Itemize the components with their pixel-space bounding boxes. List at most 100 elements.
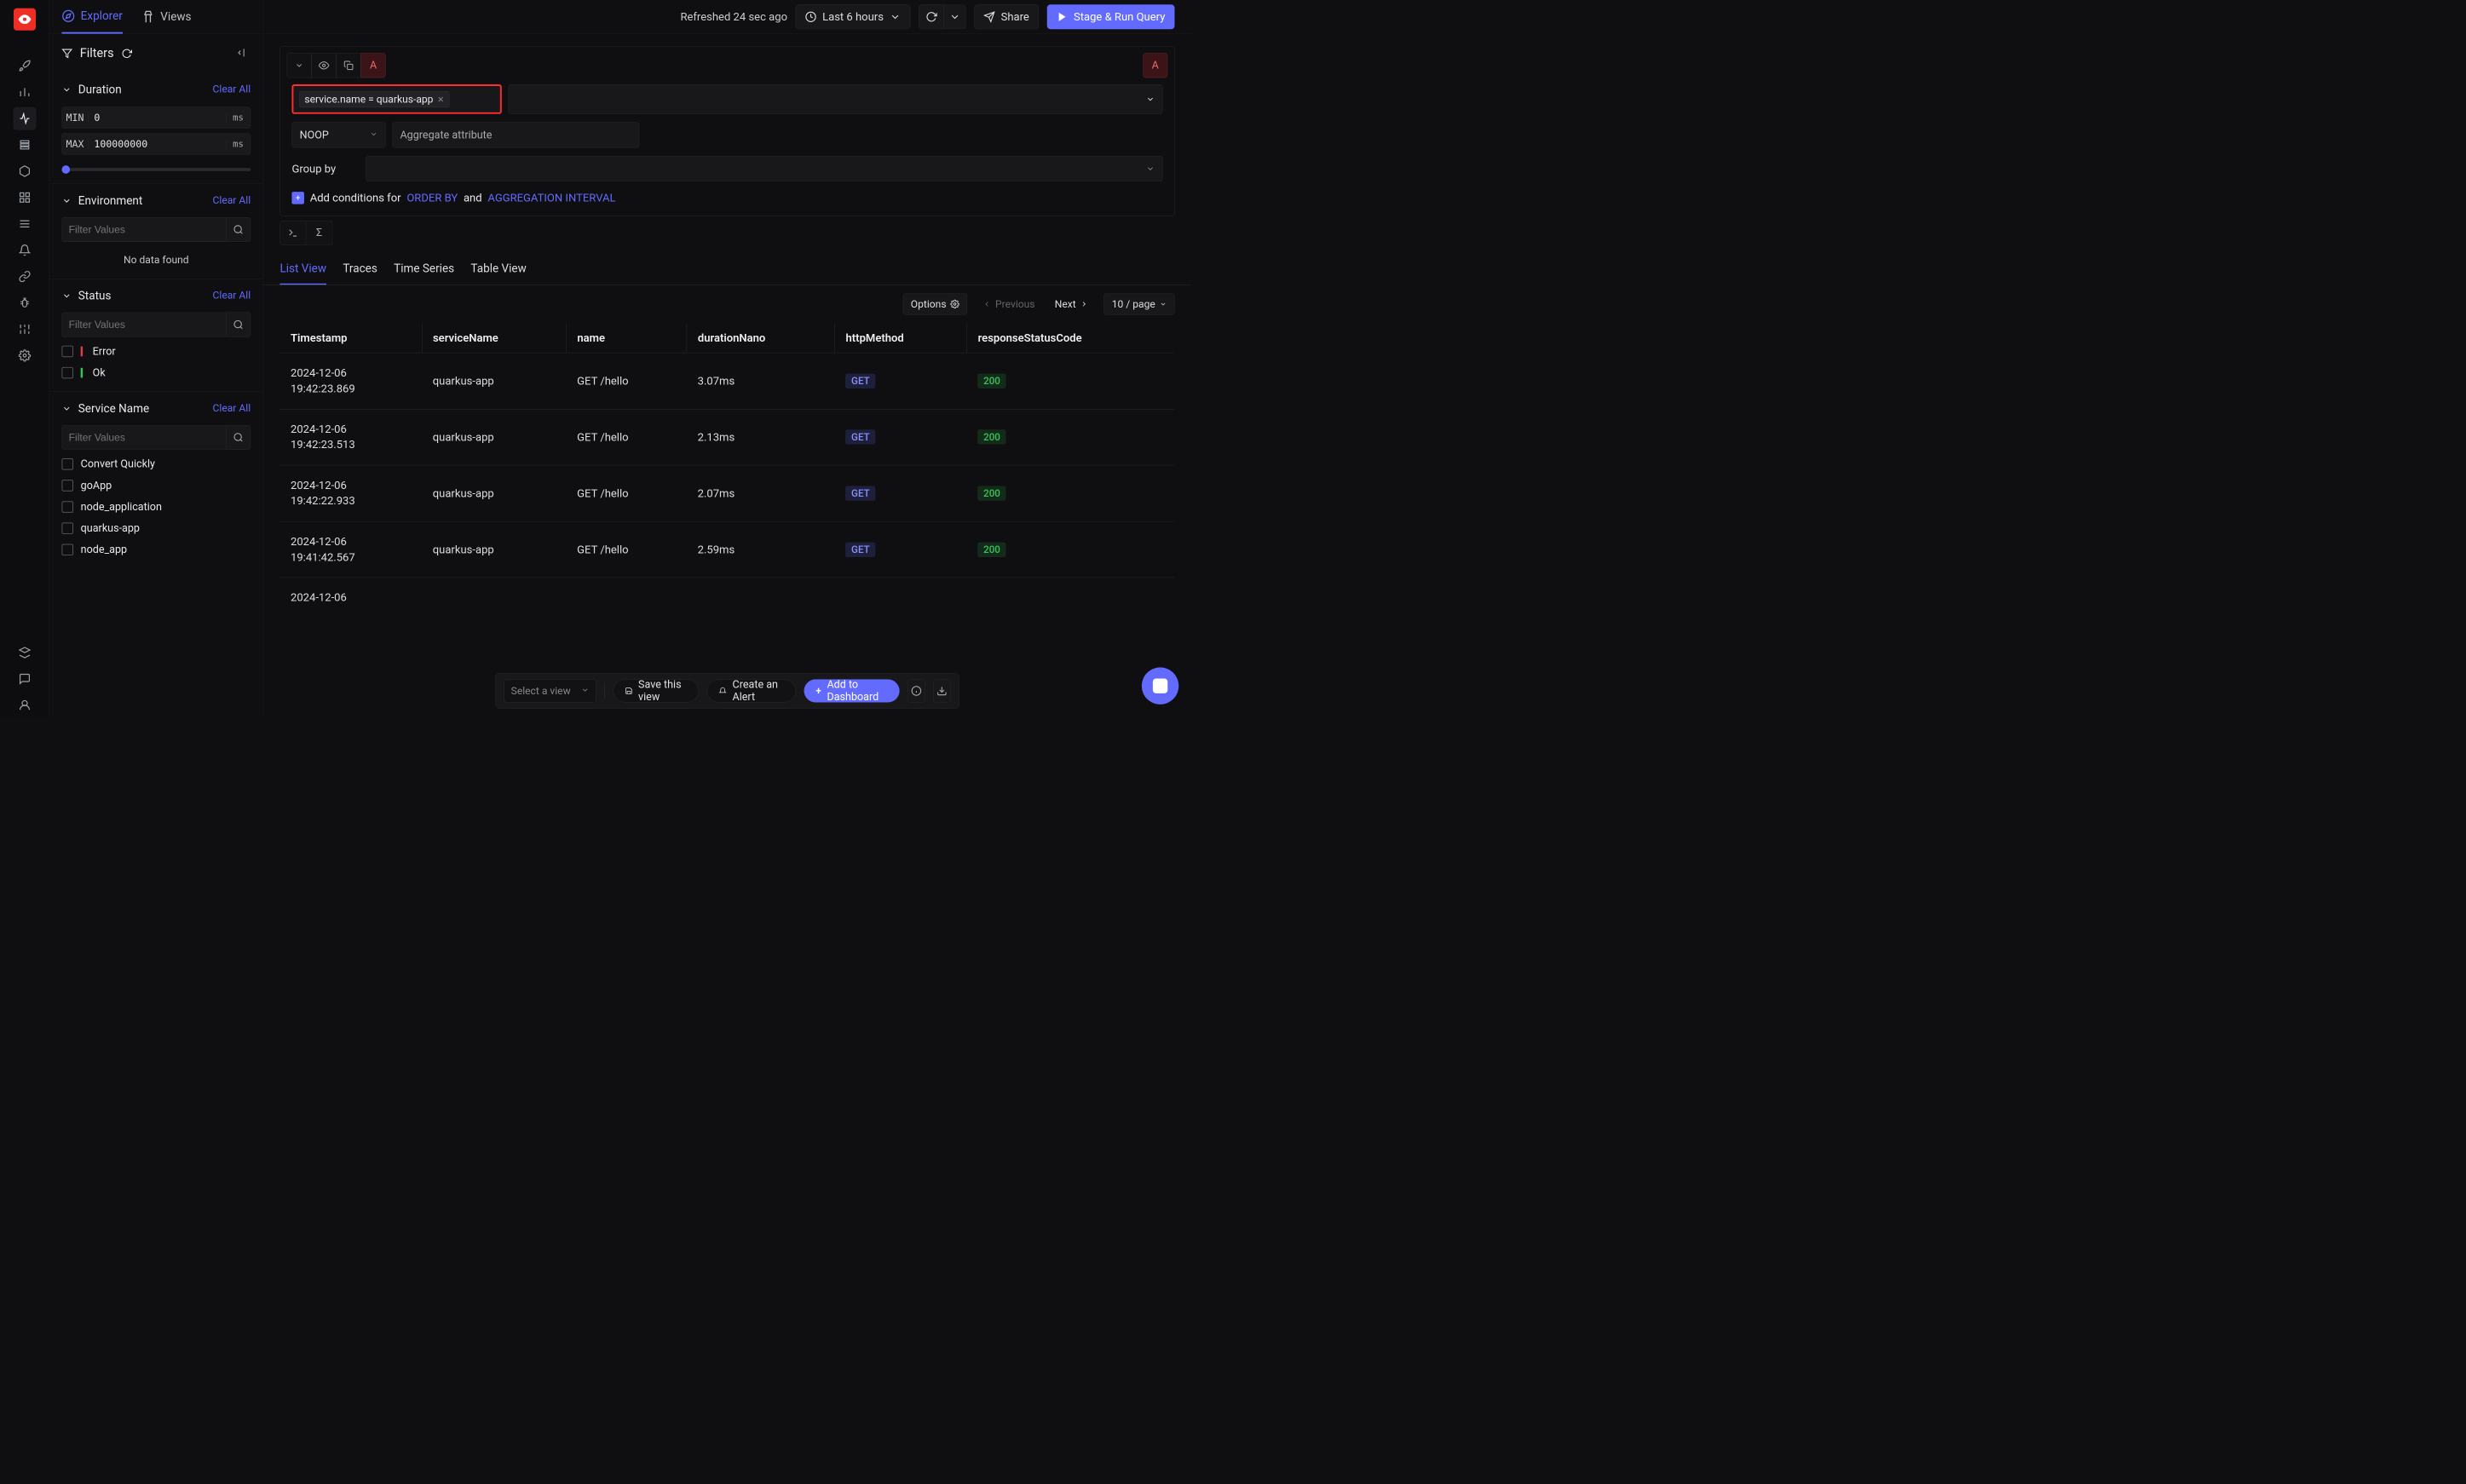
query-visibility-icon[interactable] bbox=[312, 53, 337, 78]
result-tab[interactable]: Table View bbox=[470, 262, 526, 285]
table-header[interactable]: Timestamp bbox=[279, 323, 422, 353]
unit-label: ms bbox=[226, 139, 251, 149]
clear-all-status[interactable]: Clear All bbox=[213, 290, 251, 302]
tab-views[interactable]: Views bbox=[141, 0, 191, 33]
max-input[interactable] bbox=[89, 138, 226, 150]
agg-interval-link[interactable]: AGGREGATION INTERVAL bbox=[487, 192, 615, 204]
rail-bell-icon[interactable] bbox=[13, 239, 36, 262]
min-input[interactable] bbox=[89, 112, 226, 124]
query-label-a[interactable]: A bbox=[361, 53, 386, 78]
stage-run-button[interactable]: Stage & Run Query bbox=[1047, 4, 1175, 29]
rail-grid-icon[interactable] bbox=[13, 186, 36, 209]
result-tab[interactable]: List View bbox=[279, 262, 326, 285]
rail-sliders-icon[interactable] bbox=[13, 318, 36, 341]
search-icon[interactable] bbox=[226, 425, 251, 450]
time-range-button[interactable]: Last 6 hours bbox=[796, 4, 911, 29]
environment-filter-input[interactable] bbox=[61, 217, 226, 242]
prev-button[interactable]: Previous bbox=[976, 293, 1042, 314]
download-icon[interactable] bbox=[933, 679, 950, 702]
help-fab[interactable] bbox=[1142, 667, 1178, 704]
tab-explorer[interactable]: Explorer bbox=[61, 0, 122, 33]
rail-rocket-icon[interactable] bbox=[13, 55, 36, 78]
refresh-icon[interactable] bbox=[121, 48, 132, 59]
groupby-field[interactable] bbox=[366, 156, 1162, 181]
aggregate-attribute-input[interactable]: Aggregate attribute bbox=[392, 122, 639, 147]
service-checkbox[interactable]: goApp bbox=[61, 480, 251, 492]
rail-bug-icon[interactable] bbox=[13, 291, 36, 314]
query-label-a-right[interactable]: A bbox=[1143, 53, 1167, 78]
query-resource-field[interactable] bbox=[509, 84, 1163, 114]
chevron-down-icon[interactable] bbox=[61, 196, 72, 206]
aggregate-select[interactable]: NOOP bbox=[291, 122, 385, 147]
clear-all-service[interactable]: Clear All bbox=[213, 402, 251, 414]
rail-chart-icon[interactable] bbox=[13, 81, 36, 104]
rail-traces-icon[interactable] bbox=[13, 107, 36, 130]
status-error-checkbox[interactable]: Error bbox=[61, 345, 251, 357]
result-tab[interactable]: Traces bbox=[343, 262, 377, 285]
result-tab[interactable]: Time Series bbox=[394, 262, 454, 285]
table-row[interactable]: 2024-12-06 bbox=[279, 578, 1174, 618]
rail-list-icon[interactable] bbox=[13, 212, 36, 235]
table-header[interactable]: serviceName bbox=[422, 323, 566, 353]
create-alert-button[interactable]: Create an Alert bbox=[707, 679, 796, 702]
bottom-bar: Select a view Save this view Create an A… bbox=[495, 673, 959, 709]
collapse-panel-icon[interactable] bbox=[237, 47, 249, 60]
logo[interactable] bbox=[14, 9, 36, 31]
filters-panel: Explorer Views Filters Duration Clear Al bbox=[49, 0, 263, 716]
info-icon[interactable] bbox=[907, 679, 925, 702]
service-checkbox[interactable]: node_application bbox=[61, 501, 251, 513]
rail-gear-icon[interactable] bbox=[13, 344, 36, 367]
search-icon[interactable] bbox=[226, 313, 251, 337]
service-checkbox[interactable]: quarkus-app bbox=[61, 522, 251, 534]
bell-icon bbox=[719, 686, 727, 697]
close-icon[interactable]: ✕ bbox=[437, 95, 444, 105]
service-checkbox[interactable]: node_app bbox=[61, 544, 251, 555]
query-sigma-icon[interactable]: Σ bbox=[306, 221, 332, 245]
rail-layers-icon[interactable] bbox=[13, 641, 36, 664]
chevron-down-icon[interactable] bbox=[61, 84, 72, 95]
cell-timestamp: 2024-12-0619:42:23.513 bbox=[279, 409, 422, 465]
select-view-dropdown[interactable]: Select a view bbox=[504, 679, 596, 702]
query-collapse-icon[interactable] bbox=[287, 53, 312, 78]
query-copy-icon[interactable] bbox=[337, 53, 361, 78]
add-condition-button[interactable]: + bbox=[291, 192, 303, 204]
chevron-down-icon[interactable] bbox=[61, 404, 72, 414]
add-to-dashboard-button[interactable]: + Add to Dashboard bbox=[804, 679, 899, 702]
duration-slider[interactable] bbox=[61, 168, 251, 171]
status-ok-checkbox[interactable]: Ok bbox=[61, 366, 251, 378]
service-filter-input[interactable] bbox=[61, 425, 226, 450]
table-row[interactable]: 2024-12-0619:41:42.567quarkus-appGET /he… bbox=[279, 521, 1174, 578]
next-button[interactable]: Next bbox=[1047, 293, 1096, 314]
filter-environment: Environment Clear All No data found bbox=[49, 184, 263, 279]
table-header[interactable]: name bbox=[567, 323, 687, 353]
clear-all-duration[interactable]: Clear All bbox=[213, 83, 251, 95]
status-filter-input[interactable] bbox=[61, 313, 226, 337]
table-row[interactable]: 2024-12-0619:42:23.513quarkus-appGET /he… bbox=[279, 409, 1174, 465]
table-header[interactable]: durationNano bbox=[687, 323, 835, 353]
query-card: A A service.name = quarkus-app ✕ bbox=[279, 46, 1174, 216]
rail-cube-icon[interactable] bbox=[13, 159, 36, 182]
query-terminal-icon[interactable] bbox=[279, 221, 306, 245]
save-view-button[interactable]: Save this view bbox=[613, 679, 699, 702]
rail-logs-icon[interactable] bbox=[13, 133, 36, 156]
query-tag-field[interactable]: service.name = quarkus-app ✕ bbox=[291, 84, 501, 114]
chevron-down-icon[interactable] bbox=[61, 290, 72, 301]
service-checkbox[interactable]: Convert Quickly bbox=[61, 458, 251, 470]
table-header[interactable]: httpMethod bbox=[835, 323, 967, 353]
cell-method: GET bbox=[835, 409, 967, 465]
table-row[interactable]: 2024-12-0619:42:22.933quarkus-appGET /he… bbox=[279, 465, 1174, 521]
save-icon bbox=[625, 686, 632, 697]
search-icon[interactable] bbox=[226, 217, 251, 242]
share-button[interactable]: Share bbox=[974, 4, 1039, 29]
options-button[interactable]: Options bbox=[903, 293, 968, 314]
page-size-select[interactable]: 10 / page bbox=[1104, 293, 1175, 314]
refresh-button[interactable] bbox=[919, 4, 944, 29]
table-header[interactable]: responseStatusCode bbox=[967, 323, 1175, 353]
rail-user-icon[interactable] bbox=[13, 693, 36, 716]
refresh-dropdown[interactable] bbox=[944, 4, 966, 29]
rail-message-icon[interactable] bbox=[13, 667, 36, 690]
orderby-link[interactable]: ORDER BY bbox=[406, 192, 458, 204]
clear-all-environment[interactable]: Clear All bbox=[213, 194, 251, 206]
rail-link-icon[interactable] bbox=[13, 265, 36, 288]
table-row[interactable]: 2024-12-0619:42:23.869quarkus-appGET /he… bbox=[279, 353, 1174, 409]
